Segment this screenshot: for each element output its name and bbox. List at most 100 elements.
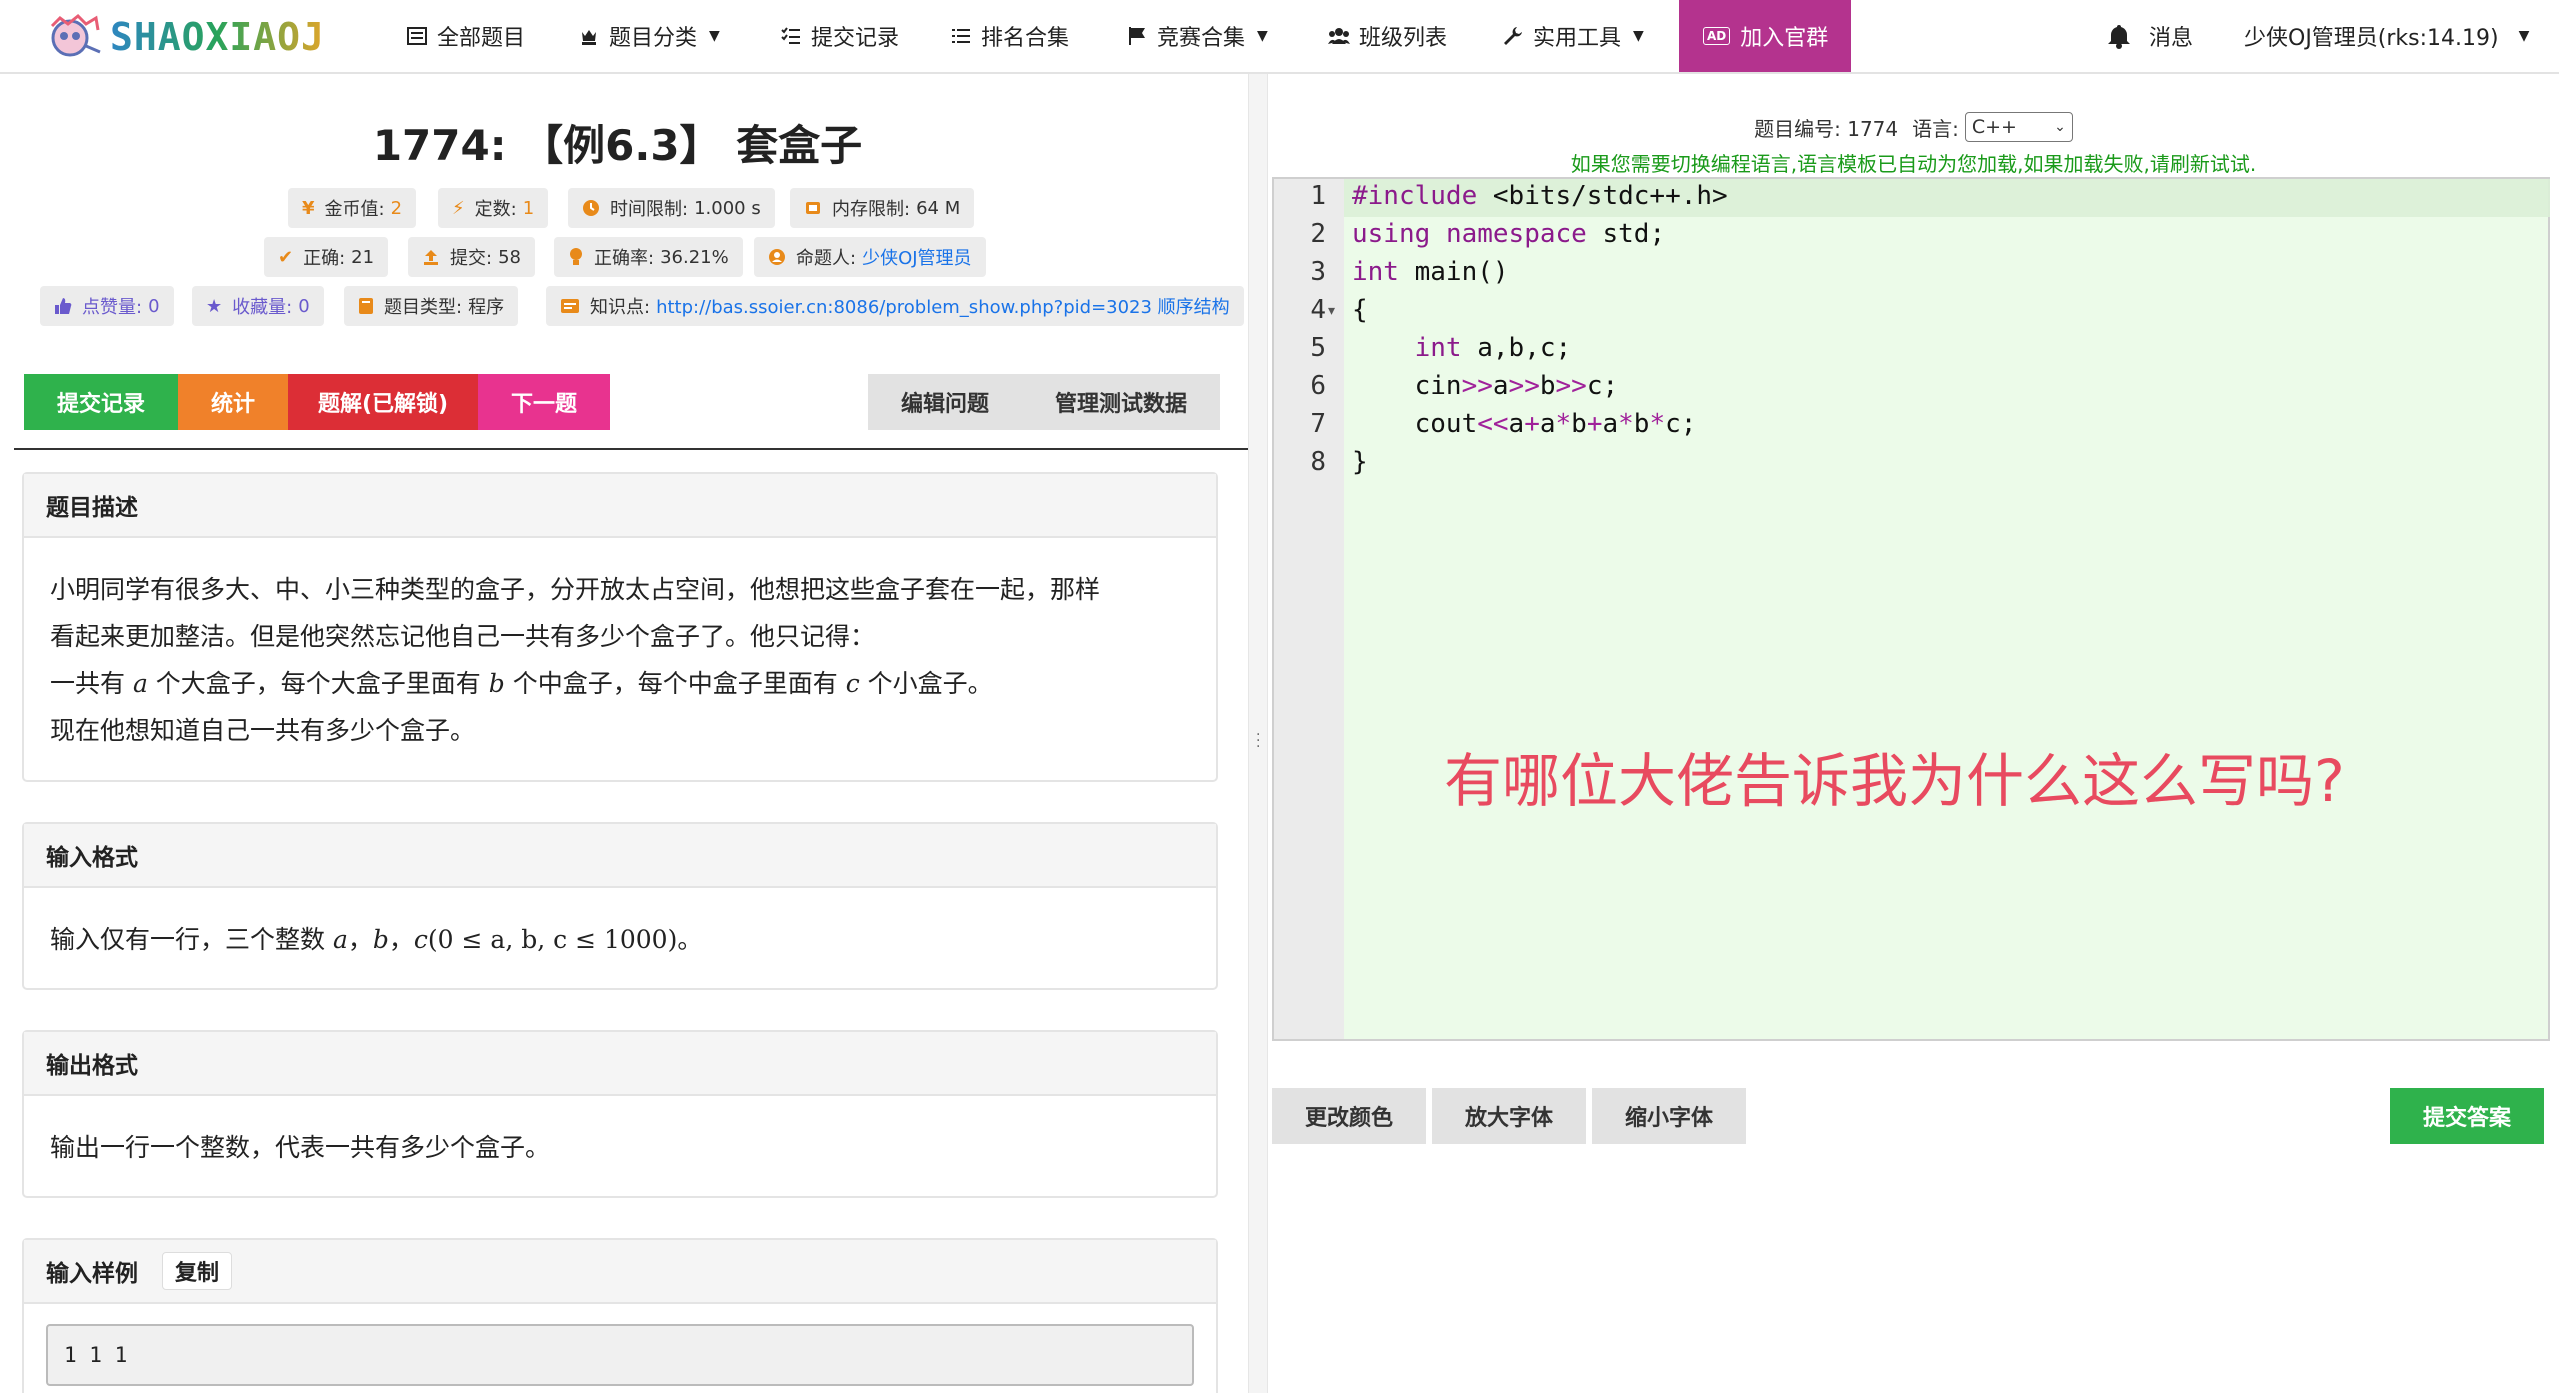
nav-rankings[interactable]: 排名合集 — [950, 0, 1069, 72]
description-panel: 题目描述 小明同学有很多大、中、小三种类型的盒子，分开放太占空间，他想把这些盒子… — [22, 472, 1218, 782]
language-label: 语言: — [1912, 116, 1959, 141]
line-number: 5 — [1310, 333, 1326, 363]
code-line-5: int a,b,c; — [1414, 333, 1572, 363]
nav-rankings-label: 排名合集 — [981, 26, 1070, 51]
accuracy-badge: 正确率: 36.21% — [554, 237, 743, 277]
edit-problem-button[interactable]: 编辑问题 — [868, 374, 1022, 430]
submit-answer-button[interactable]: 提交答案 — [2390, 1088, 2544, 1144]
language-select[interactable]: C++ ⌄ — [1964, 112, 2073, 142]
line-number: 2 — [1310, 219, 1326, 249]
nav-submissions[interactable]: 提交记录 — [780, 0, 899, 72]
zoom-in-font-button[interactable]: 放大字体 — [1432, 1088, 1586, 1144]
editor-meta: 题目编号: 1774 语言: C++ ⌄ — [1268, 112, 2559, 142]
id-card-icon — [560, 298, 580, 314]
users-group-icon — [1328, 25, 1350, 47]
nav-all-problems-label: 全部题目 — [437, 26, 526, 51]
nav-tools[interactable]: 实用工具 ▼ — [1502, 0, 1644, 72]
nav-categories-label: 题目分类 — [609, 26, 698, 51]
author-link[interactable]: 少侠OJ管理员 — [862, 244, 971, 270]
code-line-2: using namespace std; — [1352, 219, 1666, 249]
chevron-down-icon: ⌄ — [2054, 119, 2066, 135]
language-hint: 如果您需要切换编程语言,语言模板已自动为您加载,如果加载失败,请刷新试试. — [1570, 152, 2257, 176]
drag-handle-icon: · · · — [1256, 727, 1261, 755]
chevron-down-icon: ▼ — [709, 28, 720, 44]
author-badge: 命题人: 少侠OJ管理员 — [754, 237, 986, 277]
sample-input-box: 1 1 1 — [46, 1324, 1194, 1386]
thumbs-up-icon — [54, 297, 72, 315]
input-format-body: 输入仅有一行，三个整数 a，b，c(0 ≤ a, b, c ≤ 1000)。 — [50, 925, 703, 954]
nav-join-group[interactable]: AD 加入官群 — [1679, 0, 1851, 72]
problem-number: 题目编号: 1774 — [1754, 116, 1899, 141]
lightbulb-icon — [568, 247, 584, 267]
solution-button[interactable]: 题解(已解锁) — [288, 374, 478, 430]
manage-test-data-button[interactable]: 管理测试数据 — [1022, 374, 1220, 430]
coins-badge: ¥ 金币值: 2 — [288, 188, 417, 228]
time-limit-badge: 时间限制: 1.000 s — [568, 188, 775, 228]
chevron-down-icon: ▼ — [1633, 28, 1644, 44]
code-line-4: { — [1352, 295, 1368, 325]
user-name: 少侠OJ管理员(rks:14.19) — [2244, 26, 2499, 51]
book-icon — [358, 297, 374, 315]
nav-submissions-label: 提交记录 — [811, 26, 900, 51]
code-editor[interactable]: 1 2 3 4 ▾ 5 6 7 8 #include <bits/stdc++.… — [1272, 177, 2550, 1041]
correct-badge: ✔ 正确: 21 — [264, 237, 389, 277]
bell-icon — [2106, 23, 2132, 49]
top-navbar: SHAOXIAOJ 全部题目 题目分类 ▼ 提交记录 排名合集 竞赛合集 ▼ 班… — [0, 0, 2559, 74]
line-number: 4 — [1310, 295, 1326, 325]
section-divider — [14, 448, 1248, 450]
next-problem-button[interactable]: 下一题 — [478, 374, 610, 430]
panel-splitter[interactable]: · · · — [1248, 74, 1268, 1393]
line-number: 1 — [1310, 181, 1326, 211]
logo-text: SHAOXIAOJ — [110, 15, 325, 59]
chess-piece-icon — [578, 25, 600, 47]
description-body: 小明同学有很多大、中、小三种类型的盒子，分开放太占空间，他想把这些盒子套在一起，… — [50, 575, 1101, 745]
sample-input-head: 输入样例 复制 — [24, 1240, 1216, 1304]
fold-toggle-icon[interactable]: ▾ — [1328, 303, 1335, 319]
knowledge-link[interactable]: http://bas.ssoier.cn:8086/problem_show.p… — [656, 293, 1230, 319]
problem-type-badge: 题目类型: 程序 — [344, 286, 519, 326]
description-head: 题目描述 — [24, 474, 1216, 538]
submit-count-badge: 提交: 58 — [408, 237, 535, 277]
line-number: 8 — [1310, 447, 1326, 477]
star-icon: ★ — [206, 295, 223, 317]
submit-record-button[interactable]: 提交记录 — [24, 374, 178, 430]
knowledge-badge: 知识点: http://bas.ssoier.cn:8086/problem_s… — [546, 286, 1244, 326]
chevron-down-icon: ▼ — [2518, 28, 2530, 44]
line-number: 7 — [1310, 409, 1326, 439]
clock-icon — [582, 199, 600, 217]
chevron-down-icon: ▼ — [1257, 28, 1268, 44]
nav-all-problems[interactable]: 全部题目 — [406, 0, 525, 72]
code-line-6: cin>>a>>b>>c; — [1352, 371, 1619, 401]
favorites-badge[interactable]: ★ 收藏量: 0 — [192, 286, 324, 326]
flag-icon — [1126, 25, 1148, 47]
memory-limit-badge: 内存限制: 64 M — [790, 188, 975, 228]
code-line-1: #include <bits/stdc++.h> — [1352, 181, 1728, 211]
memory-chip-icon — [804, 199, 822, 217]
nav-classes[interactable]: 班级列表 — [1328, 0, 1447, 72]
nav-categories[interactable]: 题目分类 ▼ — [578, 0, 720, 72]
code-line-8: } — [1352, 447, 1368, 477]
code-line-3: int main() — [1352, 257, 1509, 287]
zoom-out-font-button[interactable]: 缩小字体 — [1592, 1088, 1746, 1144]
code-line-7: cout<<a+a*b+a*b*c; — [1352, 409, 1697, 439]
list-box-icon — [406, 25, 428, 47]
statistics-button[interactable]: 统计 — [178, 374, 288, 430]
likes-badge[interactable]: 点赞量: 0 — [40, 286, 174, 326]
nav-contests[interactable]: 竞赛合集 ▼ — [1126, 0, 1268, 72]
bolt-icon: ⚡ — [452, 197, 465, 219]
user-menu[interactable]: 少侠OJ管理员(rks:14.19) ▼ — [2244, 0, 2529, 72]
output-format-panel: 输出格式 输出一行一个整数，代表一共有多少个盒子。 — [22, 1030, 1218, 1198]
change-color-button[interactable]: 更改颜色 — [1272, 1088, 1426, 1144]
problem-title: 1774: 【例6.3】 套盒子 — [372, 121, 863, 170]
line-number: 3 — [1310, 257, 1326, 287]
copy-button[interactable]: 复制 — [162, 1252, 233, 1290]
problem-panel: 1774: 【例6.3】 套盒子 ¥ 金币值: 2 ⚡ 定数: 1 时间限制: … — [0, 74, 1248, 1393]
nav-contests-label: 竞赛合集 — [1157, 26, 1246, 51]
site-logo[interactable]: SHAOXIAOJ — [46, 12, 325, 62]
editor-panel: 题目编号: 1774 语言: C++ ⌄ 如果您需要切换编程语言,语言模板已自动… — [1268, 74, 2559, 1393]
nav-messages[interactable]: 消息 — [2106, 0, 2193, 72]
logo-mark-icon — [50, 13, 101, 57]
user-circle-icon — [768, 248, 786, 266]
upload-icon — [422, 248, 440, 266]
output-format-body: 输出一行一个整数，代表一共有多少个盒子。 — [50, 1133, 551, 1162]
